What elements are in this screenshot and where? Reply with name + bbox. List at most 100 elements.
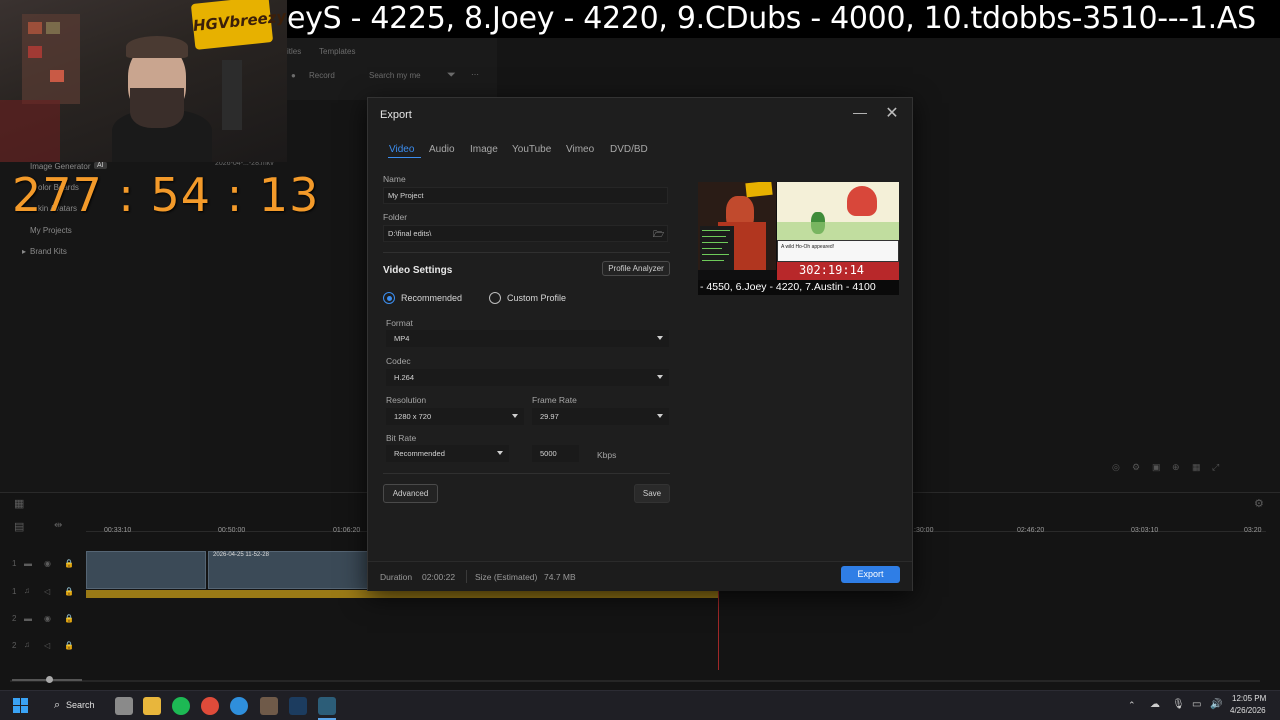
bit-rate-mode-value: Recommended — [394, 449, 445, 458]
bit-rate-mode-select[interactable]: Recommended — [386, 445, 509, 462]
mic-icon[interactable]: 🎙 — [1172, 699, 1185, 710]
video-track-icon[interactable]: ▬ — [24, 614, 32, 623]
clock-time[interactable]: 12:05 PM — [1232, 694, 1266, 703]
chrome-icon[interactable] — [201, 697, 219, 715]
record-button[interactable]: Record — [309, 71, 335, 80]
display-icon[interactable]: ▭ — [1192, 699, 1201, 710]
bit-rate-input[interactable]: 5000 — [532, 445, 579, 462]
edge-icon[interactable] — [230, 697, 248, 715]
more-icon[interactable]: ⋯ — [471, 70, 479, 79]
radio-custom-profile-label[interactable]: Custom Profile — [507, 293, 566, 303]
chevron-down-icon — [657, 336, 663, 340]
file-explorer-icon[interactable] — [143, 697, 161, 715]
video-clip[interactable]: 2026-04-25 11-52-28 — [208, 551, 368, 589]
timeline-layout-icon[interactable]: ▦ — [14, 497, 24, 510]
tab-vimeo[interactable]: Vimeo — [566, 144, 594, 155]
snap-icon[interactable]: ⇹ — [54, 520, 62, 531]
clock-date[interactable]: 4/26/2026 — [1230, 706, 1266, 715]
frame-rate-select[interactable]: 29.97 — [532, 408, 669, 425]
toolbar-item-templates[interactable]: Templates — [319, 47, 355, 56]
lock-icon[interactable]: 🔒 — [64, 614, 74, 623]
folder-path: D:\final edits\ — [388, 229, 432, 238]
folder-icon[interactable]: 🗁 — [653, 227, 664, 243]
tab-video[interactable]: Video — [389, 144, 414, 155]
active-tab-indicator — [388, 157, 421, 158]
size-label: Size (Estimated) — [475, 572, 538, 582]
network-icon[interactable]: ☁ — [1150, 699, 1160, 710]
radio-recommended[interactable] — [383, 292, 395, 304]
radio-custom-profile[interactable] — [489, 292, 501, 304]
filter-icon[interactable]: ⏷ — [447, 69, 456, 82]
radio-recommended-label[interactable]: Recommended — [401, 293, 462, 303]
bit-rate-label: Bit Rate — [386, 433, 417, 443]
minimize-icon[interactable]: — — [851, 104, 869, 120]
close-icon[interactable]: ✕ — [883, 103, 901, 123]
advanced-button[interactable]: Advanced — [383, 484, 438, 503]
stream-ticker: eyS - 4225, 8.Joey - 4220, 9.CDubs - 400… — [287, 0, 1280, 38]
codec-select[interactable]: H.264 — [386, 369, 669, 386]
audio-clip[interactable] — [86, 590, 718, 598]
tab-youtube[interactable]: YouTube — [512, 144, 551, 155]
tab-audio[interactable]: Audio — [429, 144, 455, 155]
export-button[interactable]: Export — [841, 566, 900, 583]
ruler-label: 00:50:00 — [218, 527, 246, 534]
fullscreen-icon[interactable]: ⤢ — [1212, 462, 1219, 473]
grid-icon[interactable]: ▦ — [1192, 462, 1201, 473]
video-settings-title: Video Settings — [383, 265, 453, 276]
search-icon[interactable]: ⌕ — [54, 699, 60, 712]
dialog-title: Export — [380, 109, 412, 121]
resolution-value: 1280 x 720 — [394, 412, 432, 421]
speaker-icon[interactable]: ◁ — [44, 587, 50, 596]
name-field[interactable]: My Project — [383, 187, 668, 204]
lock-icon[interactable]: 🔒 — [64, 587, 74, 596]
format-value: MP4 — [394, 334, 410, 343]
taskbar-search[interactable]: Search — [66, 700, 95, 710]
eye-icon[interactable]: ◉ — [44, 559, 51, 568]
windows-start-icon[interactable] — [13, 698, 29, 714]
audio-track-icon[interactable]: ♫ — [24, 586, 30, 595]
tab-image[interactable]: Image — [470, 144, 498, 155]
chevron-down-icon — [657, 375, 663, 379]
lock-icon[interactable]: 🔒 — [64, 641, 74, 650]
left-panel-my-projects[interactable]: My Projects — [30, 226, 72, 235]
folder-label: Folder — [383, 212, 408, 222]
chevron-up-icon[interactable]: ⌃ — [1128, 700, 1136, 711]
playhead[interactable] — [718, 590, 719, 670]
hair — [126, 36, 188, 58]
preview-chat — [700, 226, 734, 270]
expand-icon[interactable]: ▸ — [22, 247, 26, 256]
audio-track-icon[interactable]: ♫ — [24, 640, 30, 649]
app-icon[interactable] — [260, 697, 278, 715]
settings-icon[interactable]: ⚙ — [1132, 462, 1140, 473]
folder-field[interactable]: D:\final edits\ — [383, 225, 668, 242]
search-media-input[interactable]: Search my me — [369, 71, 421, 80]
display-icon[interactable]: ▣ — [1152, 462, 1161, 473]
snapshot-icon[interactable]: ◎ — [1112, 462, 1120, 473]
save-button[interactable]: Save — [634, 484, 670, 503]
volume-icon[interactable]: 🔊 — [1210, 699, 1222, 710]
task-view-icon[interactable] — [115, 697, 133, 715]
video-clip[interactable] — [86, 551, 206, 589]
tab-dvd[interactable]: DVD/BD — [610, 144, 648, 155]
profile-analyzer-button[interactable]: Profile Analyzer — [602, 261, 670, 276]
duration-label: Duration — [380, 572, 413, 582]
speaker-icon[interactable]: ◁ — [44, 641, 50, 650]
video-editor-icon[interactable] — [318, 697, 336, 715]
steam-icon[interactable] — [289, 697, 307, 715]
lock-icon[interactable]: 🔒 — [64, 559, 74, 568]
add-track-icon[interactable]: ▤ — [14, 520, 24, 533]
timeline-scrollbar[interactable] — [10, 680, 1260, 682]
timeline-settings-icon[interactable]: ⚙ — [1254, 497, 1264, 510]
format-select[interactable]: MP4 — [386, 330, 669, 347]
zoom-icon[interactable]: ⊕ — [1172, 462, 1180, 473]
eye-icon[interactable]: ◉ — [44, 614, 51, 623]
dialog-footer: Duration 02:00:22 Size (Estimated) 74.7 … — [368, 561, 912, 591]
resolution-select[interactable]: 1280 x 720 — [386, 408, 524, 425]
preview-pokemon — [847, 186, 877, 216]
left-panel-brand-kits[interactable]: Brand Kits — [30, 247, 67, 256]
toolbar-item-titles[interactable]: itles — [287, 47, 301, 56]
video-track-icon[interactable]: ▬ — [24, 559, 32, 568]
zoom-slider-handle[interactable] — [46, 676, 53, 683]
viewer-controls: ◎ ⚙ ▣ ⊕ ▦ ⤢ — [1112, 462, 1242, 476]
spotify-icon[interactable] — [172, 697, 190, 715]
